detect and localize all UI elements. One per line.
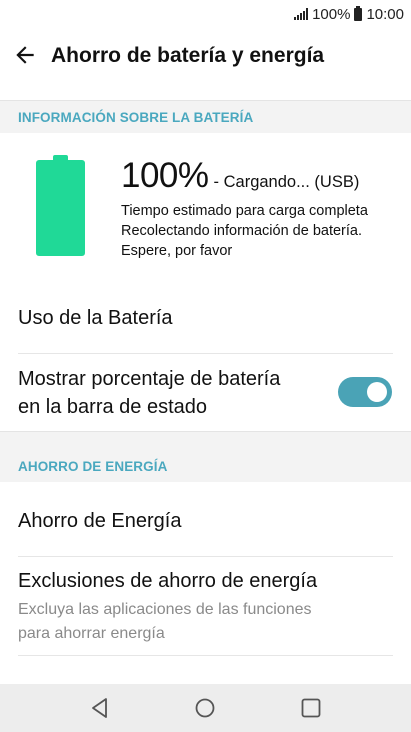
signal-icon (294, 8, 309, 20)
arrow-left-icon[interactable] (12, 42, 38, 68)
exclusions-title: Exclusiones de ahorro de energía (18, 570, 318, 592)
divider (18, 655, 393, 656)
navigation-bar (0, 684, 411, 732)
page-title: Ahorro de batería y energía (51, 44, 325, 67)
energy-saver-item[interactable]: Ahorro de Energía (0, 482, 411, 556)
battery-usage-item[interactable]: Uso de la Batería (0, 298, 411, 353)
info-line-collecting: Recolectando información de batería. (121, 223, 363, 239)
show-percent-label-line-1: Mostrar porcentaje de batería (18, 368, 281, 390)
show-percent-label-line-2: en la barra de estado (18, 396, 208, 418)
section-header-energy-saving: AHORRO DE ENERGÍA (0, 431, 411, 482)
section-header-battery-info: INFORMACIÓN SOBRE LA BATERÍA (0, 100, 411, 133)
circle-home-icon[interactable] (193, 696, 217, 720)
status-indicators: 100% 10:00 (294, 5, 404, 23)
square-recents-icon[interactable] (299, 696, 323, 720)
triangle-back-icon[interactable] (88, 696, 112, 720)
exclusions-subtitle-line-2: para ahorrar energía (18, 625, 165, 642)
section-header-label: INFORMACIÓN SOBRE LA BATERÍA (18, 110, 254, 125)
battery-percent-label: 100% (312, 5, 351, 23)
energy-saver-label: Ahorro de Energía (18, 510, 182, 532)
app-bar: Ahorro de batería y energía (0, 28, 411, 84)
battery-status-line: 100% - Cargando... (USB) (121, 156, 359, 196)
info-line-estimated: Tiempo estimado para carga completa (121, 203, 368, 219)
battery-info-text: Tiempo estimado para carga completa Reco… (121, 201, 368, 261)
battery-percentage: 100% (121, 156, 209, 195)
battery-usage-label: Uso de la Batería (18, 307, 173, 329)
status-bar: 100% 10:00 (0, 0, 411, 28)
info-line-wait: Espere, por favor (121, 243, 233, 259)
battery-info-panel: 100% - Cargando... (USB) Tiempo estimado… (0, 133, 411, 298)
battery-icon (354, 5, 363, 21)
section-header-label: AHORRO DE ENERGÍA (18, 459, 168, 474)
show-percent-toggle[interactable] (338, 377, 392, 407)
clock: 10:00 (366, 5, 404, 23)
battery-level-icon (36, 155, 85, 256)
exclusions-subtitle-line-1: Excluya las aplicaciones de las funcione… (18, 601, 312, 618)
energy-saver-exclusions-item[interactable]: Exclusiones de ahorro de energía Excluya… (0, 557, 411, 655)
charging-status: - Cargando... (USB) (213, 173, 360, 191)
